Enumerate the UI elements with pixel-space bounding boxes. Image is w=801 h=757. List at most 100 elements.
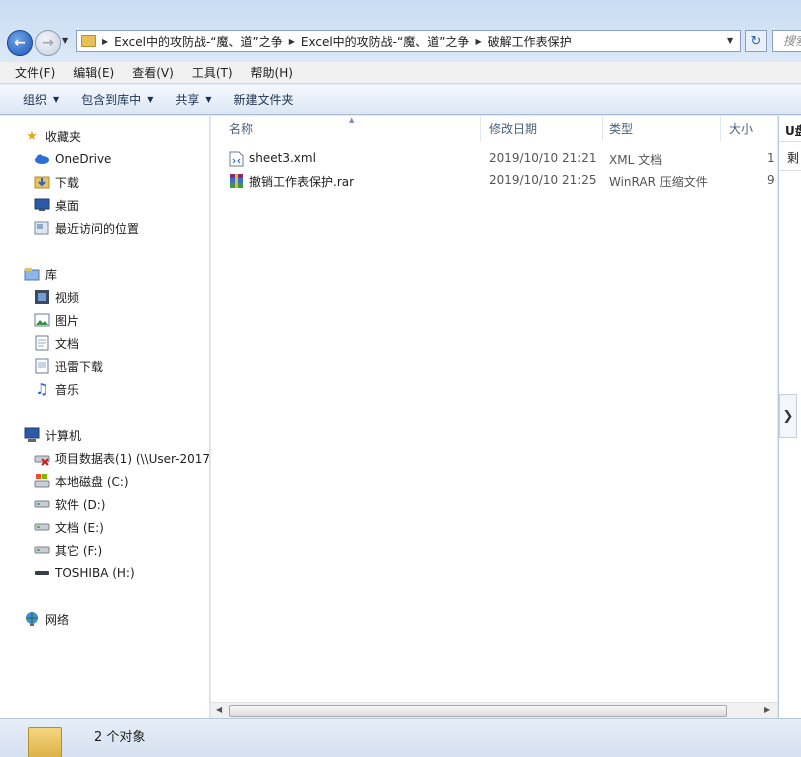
search-input[interactable]: 搜索 xyxy=(772,30,801,52)
nav-label: 最近访问的位置 xyxy=(55,221,140,236)
breadcrumb-item[interactable]: Excel中的攻防战-“魔、道”之争 xyxy=(301,33,470,50)
network-icon xyxy=(24,611,40,627)
share-button[interactable]: 共享 ▼ xyxy=(164,91,222,108)
hard-drive-icon xyxy=(34,542,50,558)
back-arrow-icon[interactable]: ← xyxy=(7,30,33,56)
nav-item-recent-places[interactable]: 最近访问的位置 xyxy=(34,218,139,238)
nav-item-drive-f[interactable]: 其它 (F:) xyxy=(34,540,102,560)
menu-file[interactable]: 文件(F) xyxy=(6,64,64,81)
organize-label: 组织 xyxy=(23,93,48,107)
nav-label: 网络 xyxy=(45,612,70,627)
menu-edit[interactable]: 编辑(E) xyxy=(64,64,123,81)
nav-label: 库 xyxy=(45,267,58,282)
picture-icon xyxy=(34,312,50,328)
nav-item-videos[interactable]: 视频 xyxy=(34,287,79,307)
disconnected-network-drive-icon xyxy=(34,450,50,466)
file-name: 撤销工作表保护.rar xyxy=(249,175,355,189)
scroll-left-icon[interactable]: ◀ xyxy=(216,705,222,714)
nav-label: 计算机 xyxy=(45,428,82,443)
details-header: U盘 xyxy=(785,124,801,138)
chevron-down-icon: ▼ xyxy=(205,95,212,104)
menu-bar: 文件(F) 编辑(E) 查看(V) 工具(T) 帮助(H) xyxy=(0,62,801,84)
forward-arrow-icon[interactable]: → xyxy=(35,30,61,56)
video-icon xyxy=(34,289,50,305)
nav-item-music[interactable]: ♫ 音乐 xyxy=(34,379,79,399)
nav-item-drive-e[interactable]: 文档 (E:) xyxy=(34,517,104,537)
item-count: 2 个对象 xyxy=(94,730,146,745)
nav-label: TOSHIBA (H:) xyxy=(55,566,135,580)
navigation-pane: ★ 收藏夹 OneDrive 下载 桌面 最近访问的位置 库 视频 图片 文档 … xyxy=(0,116,210,718)
column-header-type[interactable]: 类型 xyxy=(603,116,721,142)
nav-network[interactable]: 网络 xyxy=(24,609,69,629)
breadcrumb-item[interactable]: Excel中的攻防战-“魔、道”之争 xyxy=(114,33,283,50)
file-modified: 2019/10/10 21:21 xyxy=(489,151,597,165)
scrollbar-thumb[interactable] xyxy=(229,705,727,717)
nav-item-documents[interactable]: 文档 xyxy=(34,333,79,353)
command-bar: 组织 ▼ 包含到库中 ▼ 共享 ▼ 新建文件夹 xyxy=(0,85,801,115)
details-row: 剩 xyxy=(787,151,800,165)
nav-label: 收藏夹 xyxy=(45,129,82,144)
nav-label: 其它 (F:) xyxy=(55,543,103,558)
nav-label: 文档 (E:) xyxy=(55,520,104,535)
nav-label: 桌面 xyxy=(55,198,80,213)
file-row[interactable]: 撤销工作表保护.rar 2019/10/10 21:25 WinRAR 压缩文件… xyxy=(211,171,777,192)
nav-label: 本地磁盘 (C:) xyxy=(55,474,129,489)
include-in-library-button[interactable]: 包含到库中 ▼ xyxy=(70,91,164,108)
nav-item-pictures[interactable]: 图片 xyxy=(34,310,79,330)
cloud-icon xyxy=(34,151,50,167)
folder-icon xyxy=(81,35,96,47)
file-row[interactable]: sheet3.xml 2019/10/10 21:21 XML 文档 1 xyxy=(211,149,777,170)
menu-tools[interactable]: 工具(T) xyxy=(183,64,242,81)
horizontal-scrollbar[interactable]: ◀ ▶ xyxy=(211,702,777,718)
nav-computer[interactable]: 计算机 xyxy=(24,425,81,445)
nav-item-network-drive[interactable]: 项目数据表(1) (\\User-2017 xyxy=(34,448,210,468)
nav-item-downloads[interactable]: 下载 xyxy=(34,172,79,192)
nav-favorites[interactable]: ★ 收藏夹 xyxy=(24,126,81,146)
chevron-right-icon[interactable]: ❯ xyxy=(779,394,797,438)
address-bar[interactable]: ▶ Excel中的攻防战-“魔、道”之争 ▶ Excel中的攻防战-“魔、道”之… xyxy=(76,30,741,52)
column-header-size[interactable]: 大小 xyxy=(723,116,777,142)
chevron-down-icon: ▼ xyxy=(147,95,154,104)
file-size: 9 xyxy=(767,173,775,187)
breadcrumb-item[interactable]: 破解工作表保护 xyxy=(488,33,572,50)
nav-item-drive-h[interactable]: TOSHIBA (H:) xyxy=(34,563,135,583)
usb-drive-icon xyxy=(34,565,50,581)
recent-places-icon xyxy=(34,220,50,236)
nav-item-onedrive[interactable]: OneDrive xyxy=(34,149,111,169)
recent-pages-dropdown[interactable]: ▼ xyxy=(62,36,68,45)
file-name: sheet3.xml xyxy=(249,151,316,165)
nav-item-desktop[interactable]: 桌面 xyxy=(34,195,79,215)
status-bar: 2 个对象 xyxy=(0,718,801,757)
download-library-icon xyxy=(34,358,50,374)
details-pane: U盘 剩 ❯ xyxy=(778,116,801,718)
music-note-icon: ♫ xyxy=(35,380,49,398)
breadcrumb-separator[interactable]: ▶ xyxy=(289,37,295,46)
organize-button[interactable]: 组织 ▼ xyxy=(12,91,70,108)
refresh-icon[interactable]: ↻ xyxy=(745,30,767,52)
divider xyxy=(779,141,801,142)
nav-libraries[interactable]: 库 xyxy=(24,264,57,284)
menu-view[interactable]: 查看(V) xyxy=(123,64,183,81)
nav-label: 项目数据表(1) (\\User-2017 xyxy=(55,451,210,466)
winrar-archive-icon xyxy=(230,174,243,188)
nav-item-drive-c[interactable]: 本地磁盘 (C:) xyxy=(34,471,129,491)
scroll-right-icon[interactable]: ▶ xyxy=(764,705,770,714)
new-folder-button[interactable]: 新建文件夹 xyxy=(223,91,305,108)
address-history-dropdown[interactable]: ▼ xyxy=(727,36,733,45)
nav-label: OneDrive xyxy=(55,152,112,166)
window-chrome: ← → ▼ ▶ Excel中的攻防战-“魔、道”之争 ▶ Excel中的攻防战-… xyxy=(0,0,801,60)
menu-help[interactable]: 帮助(H) xyxy=(242,64,302,81)
divider xyxy=(779,170,801,171)
share-label: 共享 xyxy=(175,93,200,107)
breadcrumb-separator[interactable]: ▶ xyxy=(475,37,481,46)
nav-label: 音乐 xyxy=(55,382,80,397)
nav-item-thunder-downloads[interactable]: 迅雷下载 xyxy=(34,356,103,376)
include-library-label: 包含到库中 xyxy=(81,93,142,107)
nav-item-drive-d[interactable]: 软件 (D:) xyxy=(34,494,105,514)
breadcrumb-separator[interactable]: ▶ xyxy=(102,37,108,46)
nav-label: 下载 xyxy=(55,175,80,190)
star-icon: ★ xyxy=(26,128,38,144)
hard-drive-icon xyxy=(34,496,50,512)
nav-label: 软件 (D:) xyxy=(55,497,106,512)
column-header-modified[interactable]: 修改日期 xyxy=(483,116,603,142)
